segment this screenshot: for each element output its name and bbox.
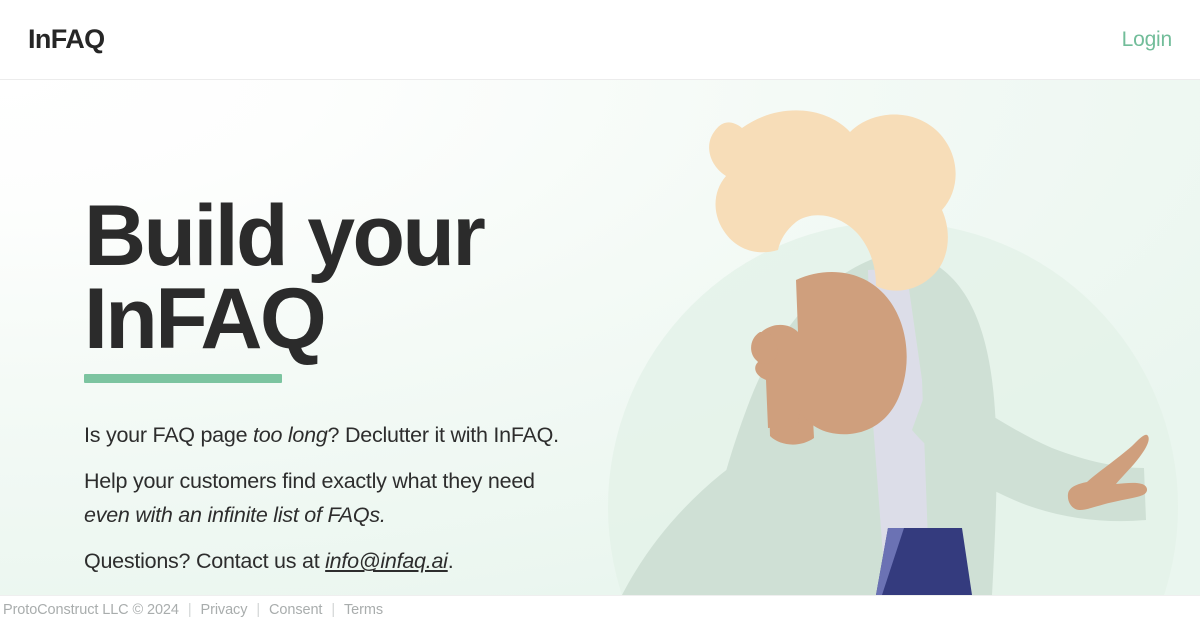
footer-separator-2: | [256, 601, 261, 618]
headline-underline [84, 373, 282, 383]
site-header: InFAQ Login [0, 0, 1200, 80]
subcopy-3-text-b: . [447, 549, 454, 574]
site-footer: ProtoConstruct LLC © 2024 | Privacy | Co… [0, 595, 1200, 623]
subcopy-1-text-a: Is your FAQ page [84, 422, 254, 447]
headline-line-2: InFAQ [84, 271, 327, 368]
hero-subcopy: Is your FAQ page too long? Declutter it … [84, 419, 604, 579]
hair-shape [709, 110, 956, 291]
subcopy-line-3: Questions? Contact us at info@infaq.ai. [84, 545, 604, 579]
subcopy-2-text-a: Help your customers find exactly what th… [84, 469, 535, 494]
subcopy-line-1: Is your FAQ page too long? Declutter it … [84, 419, 604, 453]
footer-link-privacy[interactable]: Privacy [201, 602, 248, 618]
subcopy-1-text-b: ? Declutter it with InFAQ. [327, 422, 560, 447]
headline-line-1: Build your [84, 188, 486, 284]
hero-illustration [600, 80, 1200, 595]
footer-separator-3: | [331, 601, 336, 618]
contact-email-link[interactable]: info@infaq.ai [325, 549, 448, 573]
subcopy-3-text-a: Questions? Contact us at [84, 549, 326, 574]
page-title: Build your InFAQ [84, 188, 604, 368]
footer-copyright: ProtoConstruct LLC © 2024 [3, 601, 179, 618]
subcopy-1-emphasis: too long [253, 422, 328, 447]
landing-page: InFAQ Login Build your InFAQ Is your FAQ… [0, 0, 1200, 623]
footer-link-terms[interactable]: Terms [344, 602, 383, 618]
hero-section: Build your InFAQ Is your FAQ page too lo… [0, 80, 1200, 595]
subcopy-line-2: Help your customers find exactly what th… [84, 465, 604, 532]
hero-copy: Build your InFAQ Is your FAQ page too lo… [84, 188, 604, 595]
footer-link-consent[interactable]: Consent [269, 602, 322, 618]
footer-separator-1: | [187, 601, 192, 618]
logo[interactable]: InFAQ [28, 24, 105, 55]
login-link[interactable]: Login [1122, 28, 1173, 52]
subcopy-2-emphasis: even with an infinite list of FAQs. [84, 502, 386, 527]
